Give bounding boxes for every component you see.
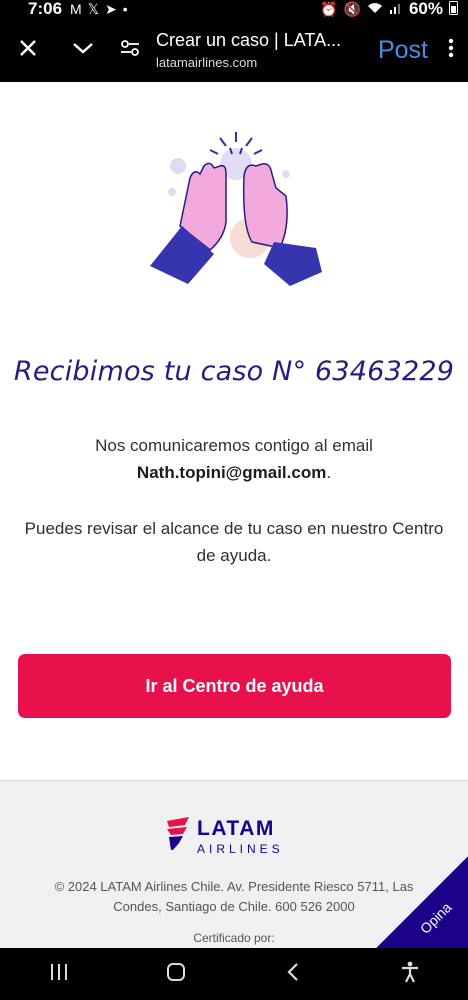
main-content: Recibimos tu caso N° 63463229 Nos comuni… xyxy=(0,82,468,780)
back-icon xyxy=(286,962,300,987)
logo-main: LATAM xyxy=(197,817,275,840)
tune-icon xyxy=(120,39,140,62)
telegram-icon: ➤ xyxy=(104,0,117,17)
browser-toolbar: Crear un caso | LATA... latamairlines.co… xyxy=(0,18,468,82)
accessibility-button[interactable] xyxy=(380,948,440,1000)
battery-icon xyxy=(449,0,458,18)
back-button[interactable] xyxy=(263,948,323,1000)
notification-icons: M 𝕏 ➤ • xyxy=(70,1,128,18)
x-app-icon: 𝕏 xyxy=(87,0,99,17)
contact-prefix: Nos comunicaremos contigo al email xyxy=(95,436,373,455)
collapse-button[interactable] xyxy=(56,18,110,82)
home-icon xyxy=(166,962,186,987)
status-bar: 7:06 M 𝕏 ➤ • ⏰ 🔇 60% xyxy=(0,0,468,18)
navigation-bar xyxy=(0,948,468,1000)
recents-button[interactable] xyxy=(29,948,89,1000)
status-time: 7:06 xyxy=(28,0,63,18)
battery-level: 60% xyxy=(408,0,443,18)
close-button[interactable] xyxy=(0,18,56,82)
post-button[interactable]: Post xyxy=(372,36,434,65)
mute-icon: 🔇 xyxy=(343,0,361,17)
tab-info[interactable]: Crear un caso | LATA... latamairlines.co… xyxy=(150,30,372,70)
logo-sub: AIRLINES xyxy=(197,842,284,856)
gmail-icon: M xyxy=(70,1,82,17)
wifi-icon xyxy=(367,1,383,17)
recents-icon xyxy=(49,963,69,986)
site-settings-button[interactable] xyxy=(110,18,150,82)
home-button[interactable] xyxy=(146,948,206,1000)
more-vert-icon xyxy=(448,38,454,63)
signal-icon xyxy=(389,1,403,17)
logo-text: LATAM AIRLINES xyxy=(197,818,284,855)
latam-logo[interactable]: LATAM AIRLINES xyxy=(165,817,284,856)
tab-url: latamairlines.com xyxy=(156,55,258,70)
close-icon xyxy=(19,39,37,62)
chevron-down-icon xyxy=(72,41,94,60)
high-five-illustration xyxy=(140,126,330,290)
alarm-icon: ⏰ xyxy=(320,0,338,17)
footer: LATAM AIRLINES © 2024 LATAM Airlines Chi… xyxy=(0,780,468,948)
accessibility-icon xyxy=(400,961,420,988)
contact-email-line: Nath.topini@gmail.com. xyxy=(0,459,468,486)
menu-button[interactable] xyxy=(434,38,468,63)
email-suffix: . xyxy=(326,463,332,482)
feedback-tab[interactable]: Opina xyxy=(376,856,468,948)
help-center-button[interactable]: Ir al Centro de ayuda xyxy=(18,654,451,718)
feedback-label: Opina xyxy=(416,899,455,937)
latam-wing-icon xyxy=(165,817,191,856)
contact-email: Nath.topini@gmail.com xyxy=(136,463,327,482)
system-icons: ⏰ 🔇 60% xyxy=(320,0,458,19)
contact-message: Nos comunicaremos contigo al email Nath.… xyxy=(0,432,468,486)
review-message: Puedes revisar el alcance de tu caso en … xyxy=(24,519,444,565)
case-confirmation-title: Recibimos tu caso N° 63463229 xyxy=(13,356,455,387)
tab-title: Crear un caso | LATA... xyxy=(156,30,342,50)
more-notifications-icon: • xyxy=(122,1,128,17)
